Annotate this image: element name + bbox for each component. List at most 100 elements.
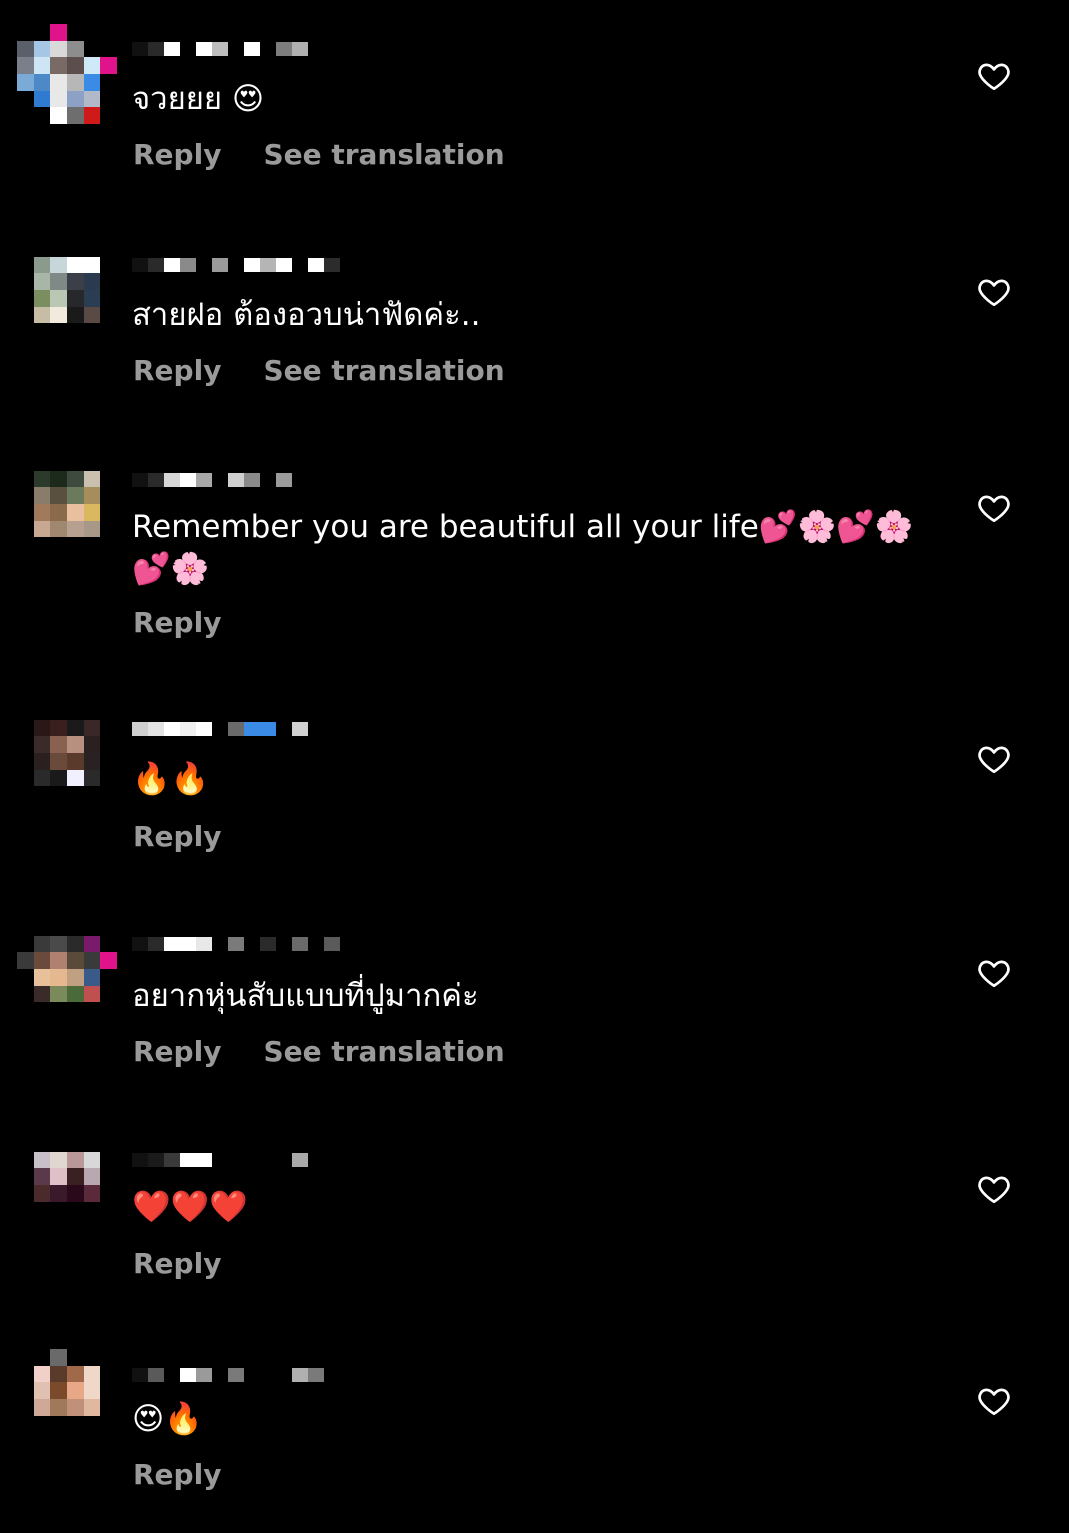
see-translation-button[interactable]: See translation bbox=[263, 138, 504, 171]
avatar[interactable] bbox=[17, 24, 117, 124]
username-pixelated[interactable] bbox=[132, 255, 340, 275]
username-pixel bbox=[212, 937, 228, 951]
avatar-pixel bbox=[83, 1382, 101, 1399]
comment-actions: Reply bbox=[133, 1247, 221, 1280]
username-pixelated[interactable] bbox=[132, 934, 340, 954]
avatar-pixel bbox=[66, 289, 84, 307]
username-pixel bbox=[244, 937, 260, 951]
avatar-pixel bbox=[33, 1168, 51, 1185]
avatar-pixel bbox=[50, 487, 67, 504]
reply-button[interactable]: Reply bbox=[133, 820, 221, 853]
heart-outline-icon[interactable] bbox=[976, 490, 1012, 526]
avatar-pixel bbox=[100, 1432, 117, 1449]
username-pixel bbox=[132, 722, 148, 736]
avatar-pixel bbox=[83, 24, 101, 41]
username-pixel bbox=[132, 1153, 148, 1167]
avatar-pixel bbox=[50, 1135, 67, 1152]
username-pixel bbox=[260, 937, 276, 951]
avatar-pixel bbox=[83, 1135, 101, 1152]
avatar-pixel bbox=[17, 1365, 34, 1383]
reply-button[interactable]: Reply bbox=[133, 1247, 221, 1280]
heart-outline-icon[interactable] bbox=[976, 58, 1012, 94]
see-translation-button[interactable]: See translation bbox=[263, 354, 504, 387]
heart-outline-icon[interactable] bbox=[976, 274, 1012, 310]
avatar-pixel bbox=[33, 786, 51, 803]
username-pixelated[interactable] bbox=[132, 1150, 308, 1170]
username-pixel bbox=[148, 1368, 164, 1382]
avatar[interactable] bbox=[17, 1135, 117, 1235]
avatar[interactable] bbox=[17, 1349, 117, 1449]
heart-outline-icon[interactable] bbox=[976, 741, 1012, 777]
avatar-pixel bbox=[66, 256, 84, 274]
avatar-pixel bbox=[50, 752, 67, 770]
reply-button[interactable]: Reply bbox=[133, 1035, 221, 1068]
avatar-pixel bbox=[33, 73, 51, 91]
avatar-pixel bbox=[33, 1382, 51, 1399]
avatar-pixel bbox=[100, 985, 117, 1003]
username-pixel bbox=[148, 722, 164, 736]
avatar-pixel bbox=[33, 703, 51, 720]
avatar-pixel bbox=[17, 1398, 34, 1416]
heart-outline-icon[interactable] bbox=[976, 955, 1012, 991]
avatar-pixel bbox=[50, 24, 67, 41]
username-pixel bbox=[212, 1153, 228, 1167]
username-pixelated[interactable] bbox=[132, 470, 292, 490]
avatar-pixel bbox=[100, 1218, 117, 1235]
username-pixel bbox=[180, 937, 196, 951]
avatar-pixel bbox=[50, 537, 67, 554]
avatar-pixel bbox=[50, 1218, 67, 1235]
username-pixel bbox=[244, 42, 260, 56]
avatar-pixel bbox=[33, 273, 51, 290]
avatar-pixel bbox=[50, 1002, 67, 1019]
avatar-pixel bbox=[50, 769, 67, 787]
avatar-pixel bbox=[17, 289, 34, 307]
avatar-pixel bbox=[83, 470, 101, 488]
avatar-pixel bbox=[33, 487, 51, 504]
username-pixel bbox=[196, 473, 212, 487]
avatar[interactable] bbox=[17, 919, 117, 1019]
avatar[interactable] bbox=[17, 703, 117, 803]
avatar-pixel bbox=[100, 1365, 117, 1383]
avatar-pixel bbox=[100, 306, 117, 324]
username-pixel bbox=[212, 1368, 228, 1382]
reply-button[interactable]: Reply bbox=[133, 606, 221, 639]
username-pixel bbox=[276, 937, 292, 951]
reply-button[interactable]: Reply bbox=[133, 354, 221, 387]
reply-button[interactable]: Reply bbox=[133, 1458, 221, 1491]
avatar[interactable] bbox=[17, 454, 117, 554]
see-translation-button[interactable]: See translation bbox=[263, 1035, 504, 1068]
username-pixel bbox=[132, 1368, 148, 1382]
username-pixel bbox=[148, 473, 164, 487]
avatar-pixel bbox=[33, 90, 51, 108]
avatar-pixel bbox=[33, 306, 51, 324]
avatar-pixel bbox=[17, 703, 34, 720]
avatar-pixel bbox=[17, 57, 34, 74]
avatar-pixel bbox=[83, 1151, 101, 1169]
username-pixelated[interactable] bbox=[132, 1365, 324, 1385]
avatar-pixel bbox=[50, 520, 67, 538]
heart-outline-icon[interactable] bbox=[976, 1171, 1012, 1207]
heart-outline-icon[interactable] bbox=[976, 1383, 1012, 1419]
username-pixel bbox=[180, 722, 196, 736]
username-pixel bbox=[324, 937, 340, 951]
username-pixelated[interactable] bbox=[132, 39, 308, 59]
username-pixel bbox=[324, 258, 340, 272]
avatar-pixel bbox=[33, 752, 51, 770]
avatar-pixel bbox=[66, 306, 84, 324]
username-pixel bbox=[148, 937, 164, 951]
avatar-pixel bbox=[50, 719, 67, 737]
avatar-pixel bbox=[50, 736, 67, 753]
username-pixel bbox=[308, 1368, 324, 1382]
username-pixelated[interactable] bbox=[132, 719, 308, 739]
avatar-pixel bbox=[17, 752, 34, 770]
avatar-pixel bbox=[33, 1201, 51, 1219]
avatar-pixel bbox=[50, 1201, 67, 1219]
comment-text: 🔥🔥 bbox=[132, 761, 210, 797]
username-pixel bbox=[180, 42, 196, 56]
username-pixel bbox=[292, 1153, 308, 1167]
comment-actions: Reply bbox=[133, 606, 221, 639]
username-pixel bbox=[244, 1368, 260, 1382]
avatar[interactable] bbox=[17, 240, 117, 340]
avatar-pixel bbox=[83, 769, 101, 787]
reply-button[interactable]: Reply bbox=[133, 138, 221, 171]
